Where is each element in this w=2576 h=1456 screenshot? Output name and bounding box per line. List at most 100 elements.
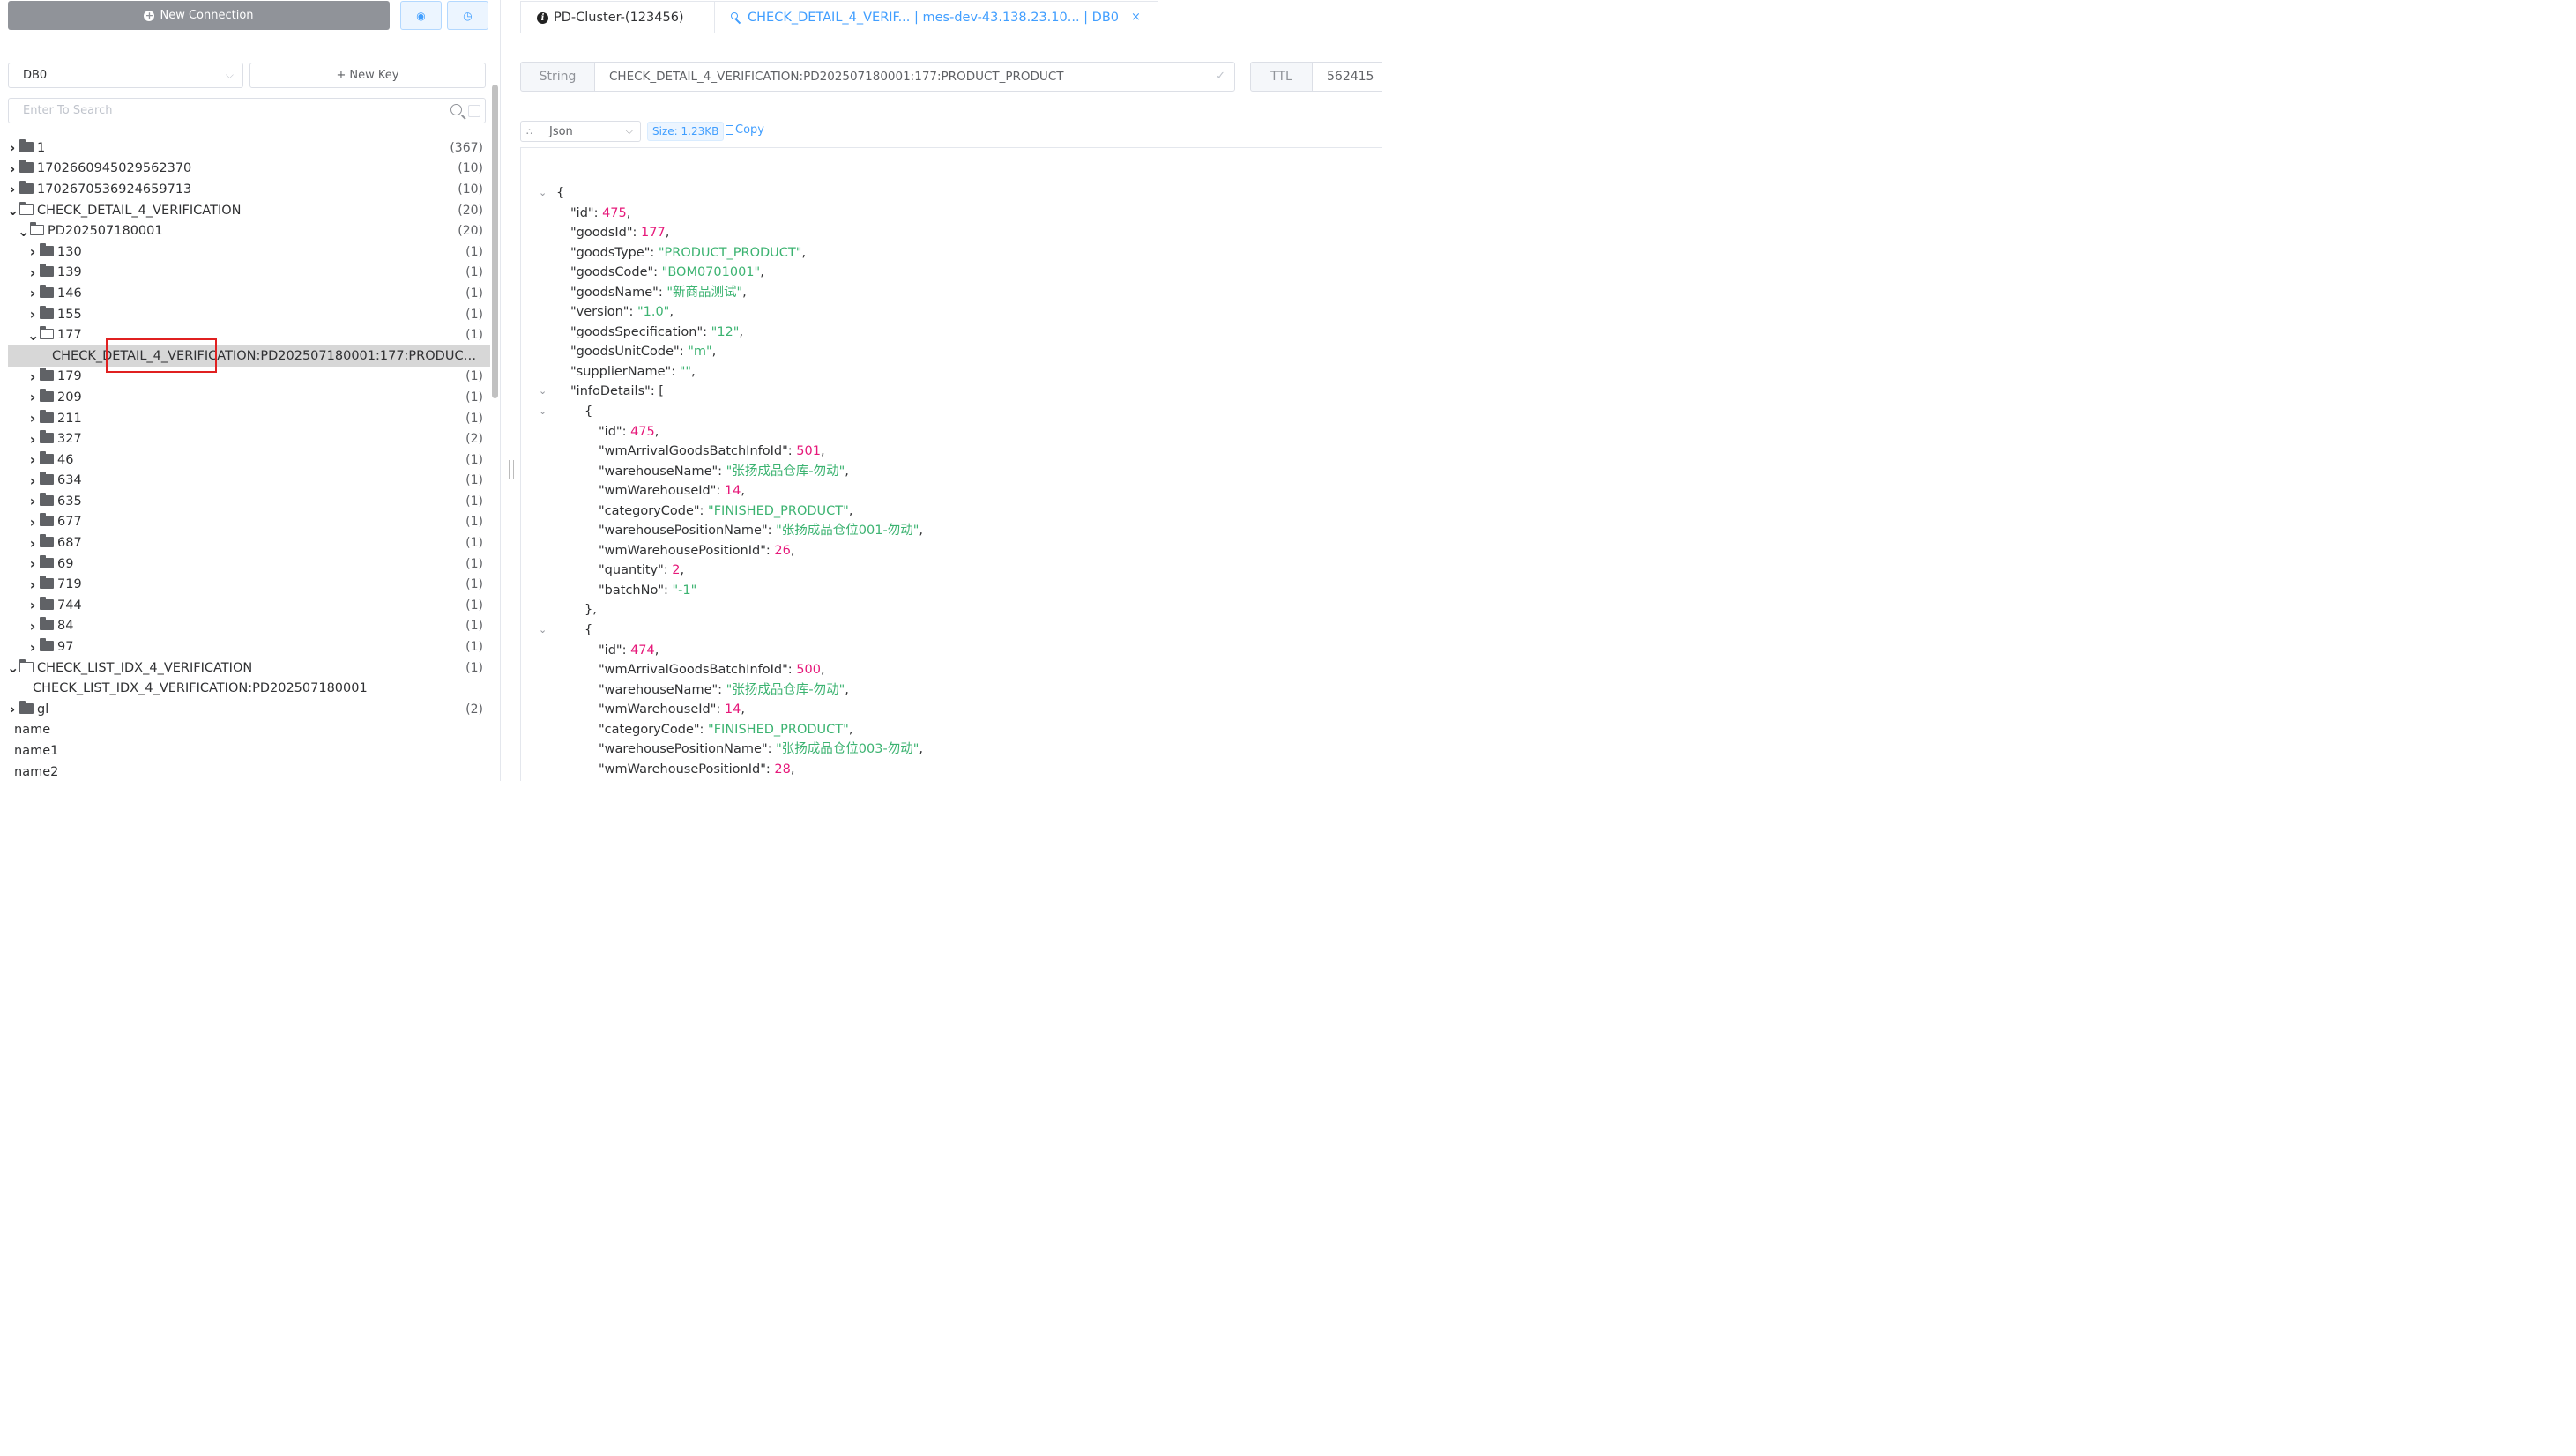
json-punct: : [ [650, 384, 664, 399]
db-select[interactable]: DB0 ⌵ [8, 63, 243, 88]
chevron-right-icon[interactable]: › [27, 618, 38, 635]
tree-folder-item[interactable]: › 139 (1) [0, 263, 490, 284]
chevron-right-icon[interactable]: › [27, 264, 38, 281]
tree-key-item[interactable]: name2 [0, 761, 490, 783]
tree-folder-item[interactable]: › 1 (367) [0, 137, 490, 159]
tree-folder-item[interactable]: ⌄ CHECK_LIST_IDX_4_VERIFICATION (1) [0, 657, 490, 679]
tree-folder-item[interactable]: › 1702660945029562370 (10) [0, 159, 490, 180]
folder-icon [40, 409, 54, 423]
chevron-right-icon[interactable]: › [27, 576, 38, 593]
tree-folder-item[interactable]: › 635 (1) [0, 491, 490, 512]
chevron-right-icon[interactable]: › [27, 493, 38, 509]
json-quote: " [599, 742, 605, 757]
chevron-right-icon[interactable]: › [27, 368, 38, 385]
json-key: goodsName [576, 285, 653, 300]
ttl-input[interactable]: 562415 [1312, 62, 1382, 92]
json-colon: : [632, 226, 642, 241]
panel-splitter[interactable] [509, 460, 514, 479]
copy-button[interactable]: Copy [726, 123, 764, 137]
tree-folder-item[interactable]: › 179 (1) [0, 367, 490, 388]
tree-folder-item[interactable]: › 211 (1) [0, 408, 490, 429]
json-punct: , [741, 702, 745, 717]
tree-folder-item[interactable]: › 327 (2) [0, 428, 490, 449]
check-icon[interactable]: ✓ [1216, 63, 1225, 91]
tab-key-detail[interactable]: CHECK_DETAIL_4_VERIF... | mes-dev-43.138… [714, 1, 1158, 33]
tree-folder-item[interactable]: › 130 (1) [0, 241, 490, 263]
json-value: 177 [641, 226, 666, 241]
tree-item-count: (10) [458, 182, 483, 197]
chevron-right-icon[interactable]: › [27, 410, 38, 427]
chevron-right-icon[interactable]: › [7, 139, 18, 156]
chevron-right-icon[interactable]: › [7, 160, 18, 177]
tree-folder-item[interactable]: ⌄ 177 (1) [0, 324, 490, 345]
tree-item-count: (1) [465, 536, 483, 551]
tree-item-count: (20) [458, 224, 483, 239]
new-key-button[interactable]: + New Key [249, 63, 486, 88]
tree-folder-item[interactable]: › 634 (1) [0, 471, 490, 492]
fold-chevron-icon[interactable]: ⌄ [539, 382, 547, 402]
new-connection-button[interactable]: + New Connection [8, 1, 390, 30]
tree-item-count: (20) [458, 203, 483, 218]
exact-match-checkbox[interactable] [468, 105, 480, 117]
key-name-field[interactable]: CHECK_DETAIL_4_VERIFICATION:PD2025071800… [594, 62, 1235, 92]
chevron-right-icon[interactable]: › [7, 181, 18, 197]
tree-key-item[interactable]: CHECK_DETAIL_4_VERIFICATION:PD2025071800… [8, 345, 490, 367]
tab-cluster[interactable]: i PD-Cluster-(123456) [520, 1, 715, 33]
tree-folder-item[interactable]: › 155 (1) [0, 304, 490, 325]
chevron-right-icon[interactable]: › [7, 701, 18, 717]
tree-folder-item[interactable]: › 744 (1) [0, 595, 490, 616]
tree-key-item[interactable]: name1 [0, 740, 490, 761]
tree-item-label: 84 [57, 619, 74, 634]
tree-folder-item[interactable]: › 46 (1) [0, 449, 490, 471]
json-line: "warehouseName": "张扬成品仓库-勿动", [521, 462, 923, 482]
tree-folder-item[interactable]: › 719 (1) [0, 574, 490, 595]
chevron-right-icon[interactable]: › [27, 535, 38, 552]
tree-folder-item[interactable]: › 1702670536924659713 (10) [0, 179, 490, 200]
tree-folder-item[interactable]: › 69 (1) [0, 553, 490, 575]
search-icon[interactable] [450, 104, 462, 115]
tree-folder-item[interactable]: ⌄ CHECK_DETAIL_4_VERIFICATION (20) [0, 200, 490, 221]
fold-chevron-icon[interactable]: ⌄ [539, 620, 547, 641]
json-quote: " [570, 345, 577, 360]
chevron-down-icon[interactable]: ⌄ [7, 659, 19, 676]
tree-item-count: (1) [465, 660, 483, 675]
tree-folder-item[interactable]: › 84 (1) [0, 616, 490, 637]
tree-key-item[interactable]: CHECK_LIST_IDX_4_VERIFICATION:PD20250718… [0, 678, 490, 699]
json-line: "goodsType": "PRODUCT_PRODUCT", [521, 243, 923, 264]
json-line: }, [521, 600, 923, 620]
fold-chevron-icon[interactable]: ⌄ [539, 183, 547, 204]
history-button[interactable]: ◷ [447, 1, 488, 30]
tree-folder-item[interactable]: › 687 (1) [0, 532, 490, 553]
chevron-down-icon[interactable]: ⌄ [18, 223, 29, 240]
chevron-right-icon[interactable]: › [27, 285, 38, 301]
tree-folder-item[interactable]: › 209 (1) [0, 387, 490, 408]
close-icon[interactable]: × [1131, 11, 1141, 24]
tree-scrollbar[interactable] [492, 85, 498, 398]
tree-folder-item[interactable]: › gl (2) [0, 699, 490, 720]
chevron-right-icon[interactable]: › [27, 306, 38, 323]
tree-folder-item[interactable]: › 677 (1) [0, 512, 490, 533]
chevron-right-icon[interactable]: › [27, 472, 38, 489]
tree-folder-item[interactable]: › 97 (1) [0, 636, 490, 657]
tree-folder-item[interactable]: › 146 (1) [0, 283, 490, 304]
chevron-right-icon[interactable]: › [27, 639, 38, 656]
chevron-right-icon[interactable]: › [27, 431, 38, 448]
json-editor[interactable]: ⌄{"id": 475, "goodsId": 177, "goodsType": … [520, 147, 1382, 781]
chevron-right-icon[interactable]: › [27, 389, 38, 405]
search-input[interactable] [9, 99, 432, 123]
chevron-down-icon[interactable]: ⌄ [7, 202, 19, 219]
chevron-right-icon[interactable]: › [27, 514, 38, 531]
fold-chevron-icon[interactable]: ⌄ [539, 402, 547, 422]
chevron-right-icon[interactable]: › [27, 243, 38, 260]
chevron-down-icon[interactable]: ⌄ [27, 327, 39, 344]
json-key: batchNo [604, 583, 659, 598]
chevron-right-icon[interactable]: › [27, 451, 38, 468]
json-punct: , [848, 722, 853, 737]
tree-key-item[interactable]: name [0, 720, 490, 741]
format-select[interactable]: ⛬ Json ⌵ [520, 121, 641, 142]
tree-folder-item[interactable]: ⌄ PD202507180001 (20) [0, 220, 490, 241]
settings-button[interactable]: ◉ [400, 1, 442, 30]
json-quote: " [599, 524, 605, 539]
chevron-right-icon[interactable]: › [27, 555, 38, 572]
chevron-right-icon[interactable]: › [27, 597, 38, 613]
